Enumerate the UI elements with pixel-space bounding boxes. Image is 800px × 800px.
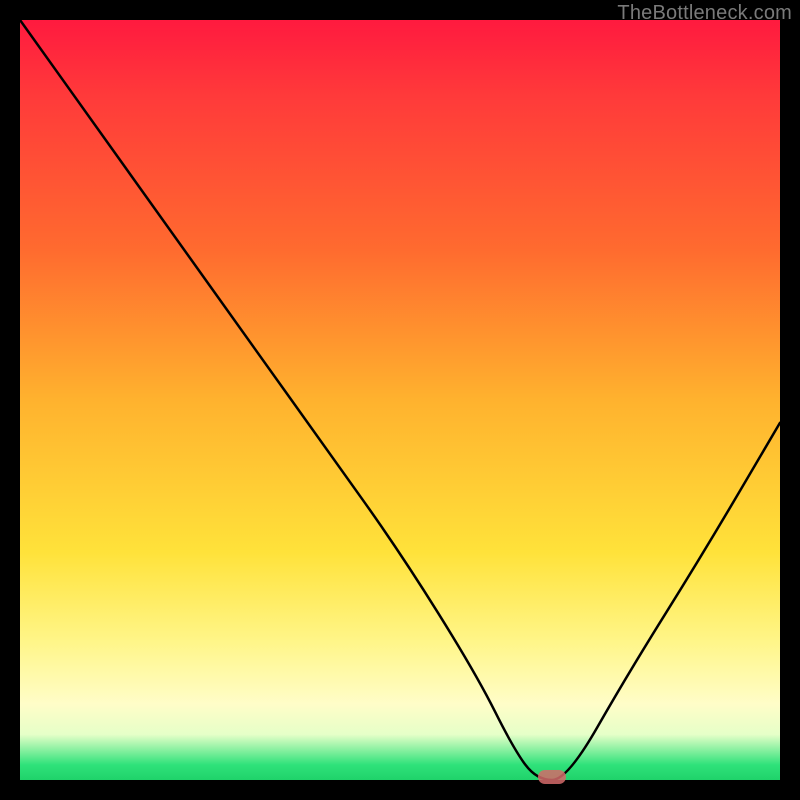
bottleneck-curve [20, 20, 780, 780]
plot-area [20, 20, 780, 780]
optimum-marker [538, 770, 566, 784]
chart-frame: TheBottleneck.com [0, 0, 800, 800]
